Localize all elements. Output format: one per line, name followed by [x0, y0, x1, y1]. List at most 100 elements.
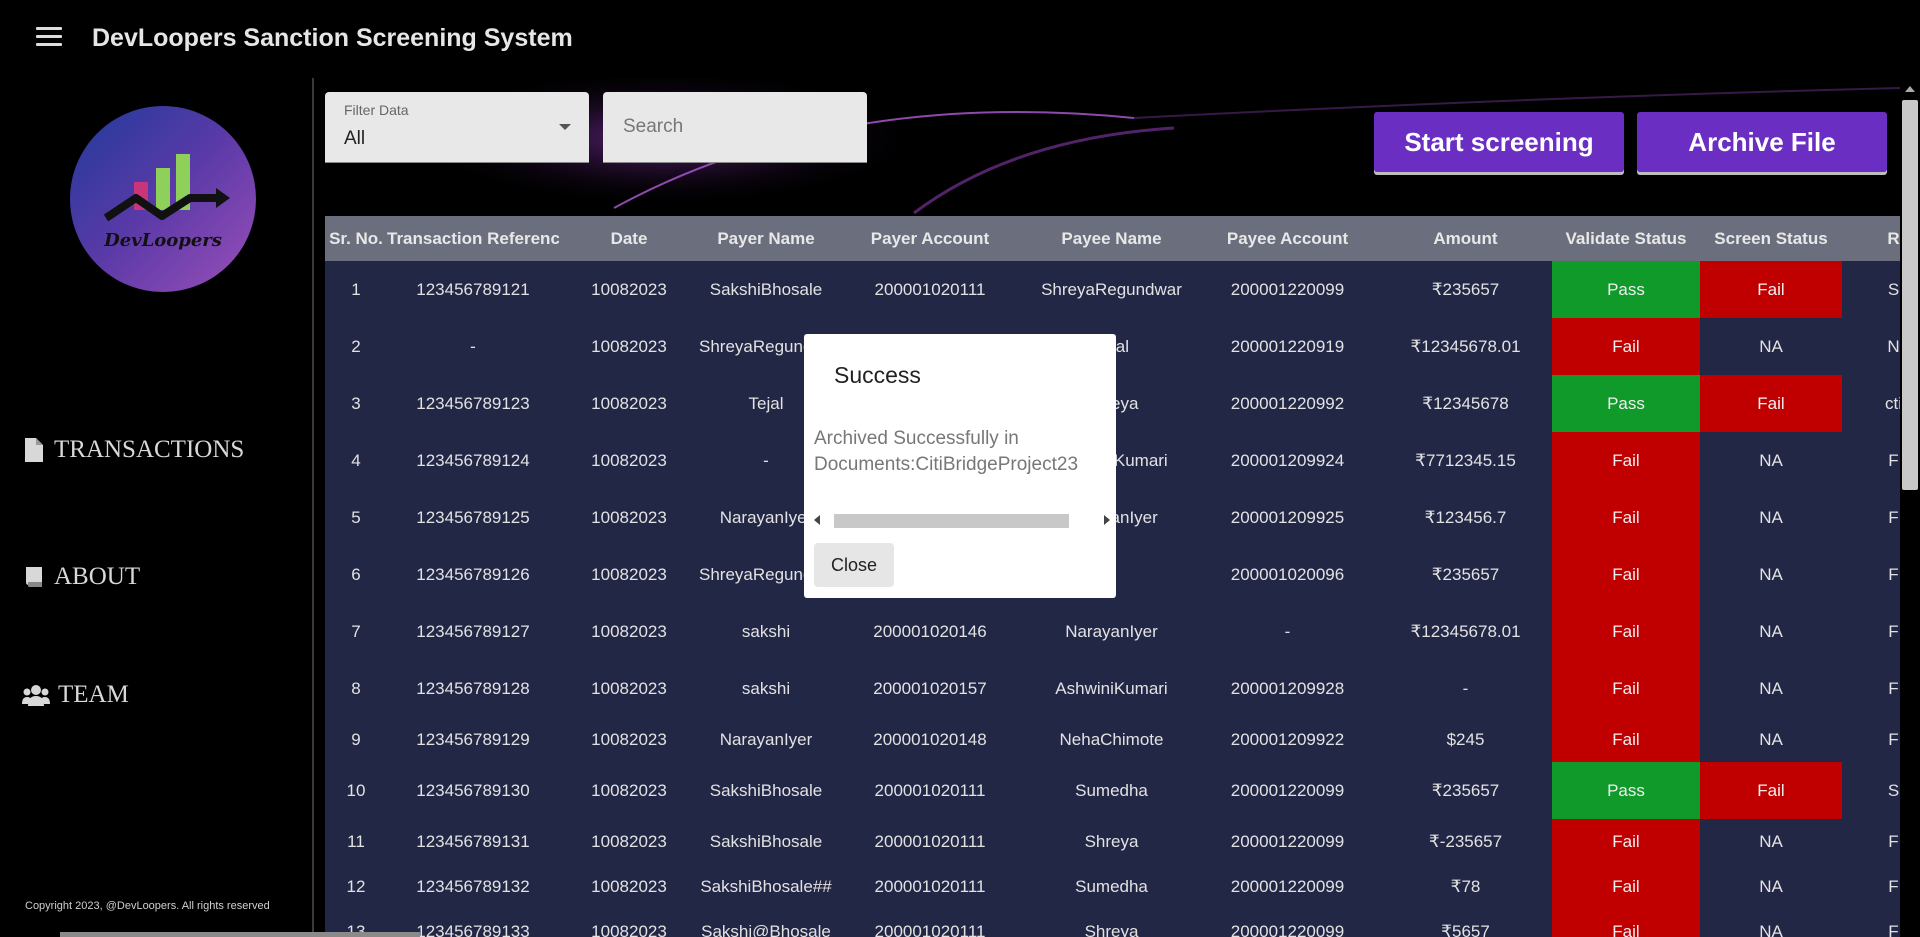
- table-cell: 200001209928: [1196, 660, 1379, 717]
- table-cell: 10082023: [559, 909, 699, 937]
- horizontal-scrollbar[interactable]: [60, 932, 420, 937]
- users-icon: [22, 685, 50, 706]
- sidebar-item-about[interactable]: ABOUT: [22, 563, 140, 591]
- scroll-left-icon[interactable]: [814, 515, 820, 525]
- archive-file-button[interactable]: Archive File: [1637, 112, 1887, 172]
- column-header: Screen Status: [1700, 216, 1842, 261]
- table-cell: F: [1842, 603, 1900, 660]
- table-cell: 10082023: [559, 762, 699, 819]
- table-cell: 10082023: [559, 261, 699, 318]
- dialog-horizontal-scrollbar[interactable]: [810, 510, 1110, 528]
- table-row[interactable]: 9 123456789129 10082023 NarayanIyer 20000102…: [325, 717, 1900, 762]
- table-cell: 200001020111: [833, 909, 1027, 937]
- table-cell: 8: [325, 660, 387, 717]
- table-header-row: Sr. No. Transaction Reference Date Payer Na…: [325, 216, 1900, 261]
- filter-select[interactable]: Filter Data All: [325, 92, 589, 163]
- table-row[interactable]: 8 123456789128 10082023 sakshi 200001020157 A…: [325, 660, 1900, 717]
- validate-status-cell: Pass: [1552, 375, 1700, 432]
- table-cell: S: [1842, 261, 1900, 318]
- table-cell: 12: [325, 864, 387, 909]
- screen-status-cell: Fail: [1700, 375, 1842, 432]
- search-input[interactable]: [603, 92, 867, 162]
- validate-status-cell: Fail: [1552, 717, 1700, 762]
- table-cell: 6: [325, 546, 387, 603]
- table-cell: sakshi: [699, 660, 833, 717]
- table-cell: 200001220099: [1196, 261, 1379, 318]
- table-cell: ₹12345678.01: [1379, 603, 1552, 660]
- table-cell: 1: [325, 261, 387, 318]
- table-cell: 10082023: [559, 432, 699, 489]
- table-cell: SakshiBhosale##: [699, 864, 833, 909]
- screen-status-cell: Fail: [1700, 762, 1842, 819]
- table-cell: ₹12345678.01: [1379, 318, 1552, 375]
- table-cell: 200001020146: [833, 603, 1027, 660]
- table-cell: 123456789127: [387, 603, 559, 660]
- dialog-message: Archived Successfully in Documents:CitiB…: [814, 426, 1116, 478]
- validate-status-cell: Fail: [1552, 546, 1700, 603]
- column-header: Amount: [1379, 216, 1552, 261]
- table-cell: -: [387, 318, 559, 375]
- dialog-title: Success: [834, 362, 921, 388]
- start-screening-button[interactable]: Start screening: [1374, 112, 1624, 172]
- table-cell: SakshiBhosale: [699, 261, 833, 318]
- table-cell: F: [1842, 717, 1900, 762]
- table-cell: Sumedha: [1027, 762, 1196, 819]
- validate-status-cell: Fail: [1552, 489, 1700, 546]
- sidebar-item-label: ABOUT: [54, 563, 141, 590]
- table-cell: 5: [325, 489, 387, 546]
- table-cell: F: [1842, 909, 1900, 937]
- table-cell: 200001220099: [1196, 819, 1379, 864]
- scrollbar-thumb[interactable]: [834, 514, 1069, 528]
- scrollbar-thumb[interactable]: [1902, 100, 1918, 490]
- table-cell: 123456789130: [387, 762, 559, 819]
- table-cell: N: [1842, 318, 1900, 375]
- table-row[interactable]: 7 123456789127 10082023 sakshi 200001020146 N…: [325, 603, 1900, 660]
- close-button[interactable]: Close: [814, 543, 894, 587]
- table-cell: ₹235657: [1379, 546, 1552, 603]
- table-cell: 123456789128: [387, 660, 559, 717]
- sidebar: DevLoopers TRANSACTIONS ABOUT TEAM Copyr…: [0, 78, 314, 937]
- scroll-up-icon[interactable]: [1905, 86, 1915, 92]
- table-cell: cti: [1842, 375, 1900, 432]
- scroll-right-icon[interactable]: [1104, 515, 1110, 525]
- table-cell: 10082023: [559, 660, 699, 717]
- table-cell: 200001220099: [1196, 864, 1379, 909]
- table-cell: 200001020111: [833, 261, 1027, 318]
- table-cell: 123456789129: [387, 717, 559, 762]
- app-header: DevLoopers Sanction Screening System: [0, 0, 1920, 78]
- table-cell: 123456789121: [387, 261, 559, 318]
- table-cell: ₹12345678: [1379, 375, 1552, 432]
- table-row[interactable]: 12 123456789132 10082023 SakshiBhosale## 200…: [325, 864, 1900, 909]
- sidebar-item-transactions[interactable]: TRANSACTIONS: [22, 436, 244, 464]
- sidebar-item-team[interactable]: TEAM: [22, 681, 129, 709]
- table-cell: 200001220099: [1196, 909, 1379, 937]
- table-cell: S: [1842, 762, 1900, 819]
- copyright-text: Copyright 2023, @DevLoopers. All rights …: [25, 900, 270, 912]
- chevron-down-icon: [559, 124, 571, 130]
- table-cell: NehaChimote: [1027, 717, 1196, 762]
- table-cell: F: [1842, 489, 1900, 546]
- table-cell: 10082023: [559, 546, 699, 603]
- validate-status-cell: Fail: [1552, 864, 1700, 909]
- column-header: Payee Account: [1196, 216, 1379, 261]
- hamburger-menu-icon[interactable]: [36, 27, 62, 49]
- table-cell: ShreyaRegundwar: [1027, 261, 1196, 318]
- table-cell: 10082023: [559, 375, 699, 432]
- table-row[interactable]: 11 123456789131 10082023 SakshiBhosale 20000…: [325, 819, 1900, 864]
- table-cell: 200001020111: [833, 762, 1027, 819]
- vertical-scrollbar[interactable]: [1900, 78, 1920, 937]
- table-row[interactable]: 13 123456789133 10082023 Sakshi@Bhosale 2000…: [325, 909, 1900, 937]
- table-cell: 200001020096: [1196, 546, 1379, 603]
- screen-status-cell: NA: [1700, 546, 1842, 603]
- table-row[interactable]: 1 123456789121 10082023 SakshiBhosale 200001…: [325, 261, 1900, 318]
- table-cell: 123456789125: [387, 489, 559, 546]
- table-cell: F: [1842, 864, 1900, 909]
- screen-status-cell: NA: [1700, 864, 1842, 909]
- table-cell: 200001020111: [833, 864, 1027, 909]
- table-row[interactable]: 10 123456789130 10082023 SakshiBhosale 20000…: [325, 762, 1900, 819]
- table-cell: ₹78: [1379, 864, 1552, 909]
- table-cell: AshwiniKumari: [1027, 660, 1196, 717]
- screen-status-cell: NA: [1700, 909, 1842, 937]
- column-header: Validate Status: [1552, 216, 1700, 261]
- table-cell: F: [1842, 819, 1900, 864]
